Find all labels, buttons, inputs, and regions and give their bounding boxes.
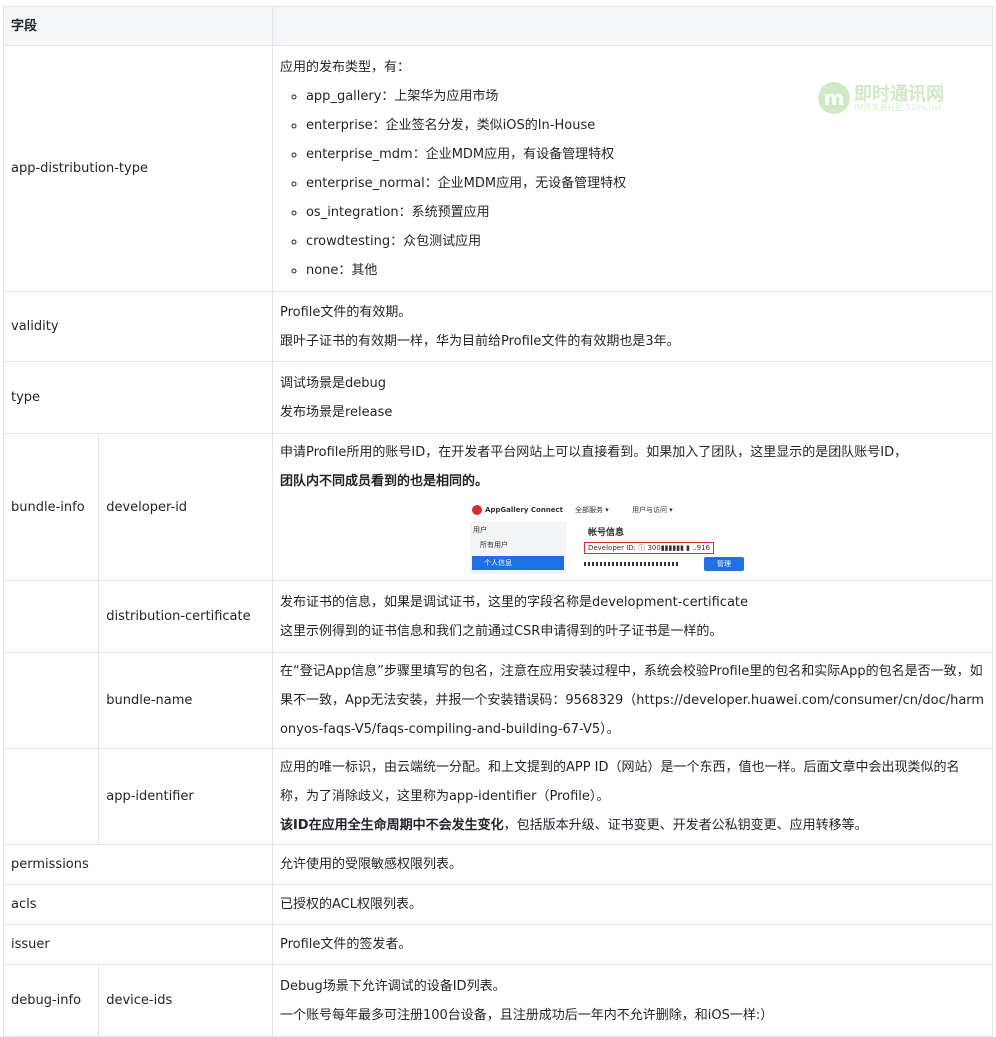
screenshot-sidebar-item: 所有用户 <box>479 541 508 549</box>
field-name: acls <box>3 884 273 925</box>
field-name: app-distribution-type <box>3 45 273 292</box>
field-name-empty <box>2 580 100 653</box>
screenshot-developer-id: Developer ID: ⓘ 300▮▮▮▮▮▮ ▮ ..916 <box>587 544 711 552</box>
screenshot-main: 帐号信息 Developer ID: ⓘ 300▮▮▮▮▮▮ ▮ ..916 管… <box>569 522 796 574</box>
table-row: acls 已授权的ACL权限列表。 <box>3 884 994 925</box>
huawei-logo-icon <box>471 505 482 515</box>
desc-bold: 团队内不同成员看到的也是相同的。 <box>279 474 488 489</box>
desc-bold: 该ID在应用全生命周期中不会发生变化 <box>279 818 504 833</box>
header-desc <box>271 6 994 46</box>
fields-table: 字段 app-distribution-type 应用的发布类型，有： app_… <box>2 6 994 1037</box>
list-item: none：其他 <box>306 256 985 285</box>
list-item: enterprise_mdm：企业MDM应用，有设备管理特权 <box>306 140 985 169</box>
field-name: permissions <box>3 844 273 885</box>
screenshot-menu-services: 全部服务 ▾ <box>574 506 609 514</box>
embedded-screenshot: AppGallery Connect 全部服务 ▾ 用户与访问 ▾ 用户 所有用… <box>469 500 796 574</box>
table-row: type 调试场景是debug 发布场景是release <box>3 361 994 434</box>
field-desc: Profile文件的签发者。 <box>271 924 994 965</box>
field-name: bundle-info <box>2 433 100 581</box>
subfield-name: bundle-name <box>98 652 273 749</box>
screenshot-menu-users: 用户与访问 ▾ <box>631 506 673 514</box>
watermark-subtitle: IM开发者社区 52im.net <box>854 103 942 112</box>
desc-line: Debug场景下允许调试的设备ID列表。 <box>279 978 506 994</box>
screenshot-masked-text <box>583 562 680 566</box>
subfield-name: app-identifier <box>98 748 273 845</box>
desc-line: 申请Profile所用的账号ID，在开发者平台网站上可以直接看到。如果加入了团队… <box>280 438 985 467</box>
field-name: type <box>3 361 273 434</box>
subfield-name: distribution-certificate <box>98 580 273 653</box>
desc-text: 申请Profile所用的账号ID，在开发者平台网站上可以直接看到。如果加入了团队… <box>279 445 908 460</box>
desc-line: 发布场景是release <box>279 404 393 420</box>
field-desc: 在“登记App信息”步骤里填写的包名，注意在应用安装过程中，系统会校验Profi… <box>271 652 994 749</box>
field-name-empty <box>2 748 100 845</box>
desc-line: 一个账号每年最多可注册100台设备，且注册成功后一年内不允许删除，和iOS一样:… <box>279 1007 774 1023</box>
screenshot-topbar: AppGallery Connect 全部服务 ▾ 用户与访问 ▾ <box>469 500 796 520</box>
field-desc: 已授权的ACL权限列表。 <box>271 884 994 925</box>
desc-line: 在“登记App信息”步骤里填写的包名，注意在应用安装过程中，系统会校验Profi… <box>279 664 985 737</box>
table-row: bundle-info developer-id 申请Profile所用的账号I… <box>2 433 994 581</box>
field-desc: 发布证书的信息，如果是调试证书，这里的字段名称是development-cert… <box>271 580 994 653</box>
field-desc: Debug场景下允许调试的设备ID列表。 一个账号每年最多可注册100台设备，且… <box>271 964 994 1037</box>
field-name: issuer <box>3 924 273 965</box>
desc-line: 跟叶子证书的有效期一样，华为目前给Profile文件的有效期也是3年。 <box>279 333 680 349</box>
subfield-name: developer-id <box>98 433 273 581</box>
table-row: debug-info device-ids Debug场景下允许调试的设备ID列… <box>2 964 994 1037</box>
screenshot-manage-button: 管理 <box>703 557 744 571</box>
screenshot-sidebar: 用户 所有用户 个人信息 <box>469 522 566 574</box>
field-desc: 允许使用的受限敏感权限列表。 <box>271 844 994 885</box>
desc-line: Profile文件的有效期。 <box>279 304 412 320</box>
list-item: crowdtesting：众包测试应用 <box>306 227 985 256</box>
desc-text: ，包括版本升级、证书变更、开发者公私钥变更、应用转移等。 <box>503 818 868 833</box>
field-name: debug-info <box>2 964 100 1037</box>
field-desc: Profile文件的有效期。 跟叶子证书的有效期一样，华为目前给Profile文… <box>271 291 994 362</box>
watermark-logo-icon: m <box>818 82 850 114</box>
header-field: 字段 <box>3 6 273 46</box>
field-desc: 调试场景是debug 发布场景是release <box>271 361 994 434</box>
screenshot-account-title: 帐号信息 <box>587 528 624 538</box>
field-desc: 申请Profile所用的账号ID，在开发者平台网站上可以直接看到。如果加入了团队… <box>271 433 994 581</box>
table-row: validity Profile文件的有效期。 跟叶子证书的有效期一样，华为目前… <box>3 291 994 362</box>
desc-line: 调试场景是debug <box>279 375 386 391</box>
field-desc: 应用的唯一标识，由云端统一分配。和上文提到的APP ID（网站）是一个东西，值也… <box>271 748 994 845</box>
table-row: issuer Profile文件的签发者。 <box>3 924 994 965</box>
screenshot-sidebar-active: 个人信息 <box>471 556 564 570</box>
desc-line: 应用的唯一标识，由云端统一分配。和上文提到的APP ID（网站）是一个东西，值也… <box>279 760 960 804</box>
list-item: enterprise_normal：企业MDM应用，无设备管理特权 <box>306 169 985 198</box>
field-name-empty <box>2 652 100 749</box>
desc-line: 这里示例得到的证书信息和我们之前通过CSR申请得到的叶子证书是一样的。 <box>279 623 723 639</box>
subfield-name: device-ids <box>98 964 273 1037</box>
desc-line: 该ID在应用全生命周期中不会发生变化，包括版本升级、证书变更、开发者公私钥变更、… <box>280 811 985 840</box>
table-row: distribution-certificate 发布证书的信息，如果是调试证书… <box>2 580 994 653</box>
table-header-row: 字段 <box>3 6 994 46</box>
table-row: permissions 允许使用的受限敏感权限列表。 <box>3 844 994 885</box>
watermark: m 即时通讯网 IM开发者社区 52im.net <box>818 78 968 118</box>
field-name: validity <box>3 291 273 362</box>
list-item: os_integration：系统预置应用 <box>306 198 985 227</box>
screenshot-sidebar-active-label: 个人信息 <box>483 559 512 567</box>
table-row: app-identifier 应用的唯一标识，由云端统一分配。和上文提到的APP… <box>2 748 994 845</box>
screenshot-sidebar-title: 用户 <box>472 526 487 534</box>
table-row: bundle-name 在“登记App信息”步骤里填写的包名，注意在应用安装过程… <box>2 652 994 749</box>
desc-line: 团队内不同成员看到的也是相同的。 <box>280 467 985 496</box>
screenshot-developer-id-box: Developer ID: ⓘ 300▮▮▮▮▮▮ ▮ ..916 <box>583 542 714 554</box>
desc-line: 发布证书的信息，如果是调试证书，这里的字段名称是development-cert… <box>279 594 749 610</box>
screenshot-brand: AppGallery Connect <box>484 506 564 514</box>
